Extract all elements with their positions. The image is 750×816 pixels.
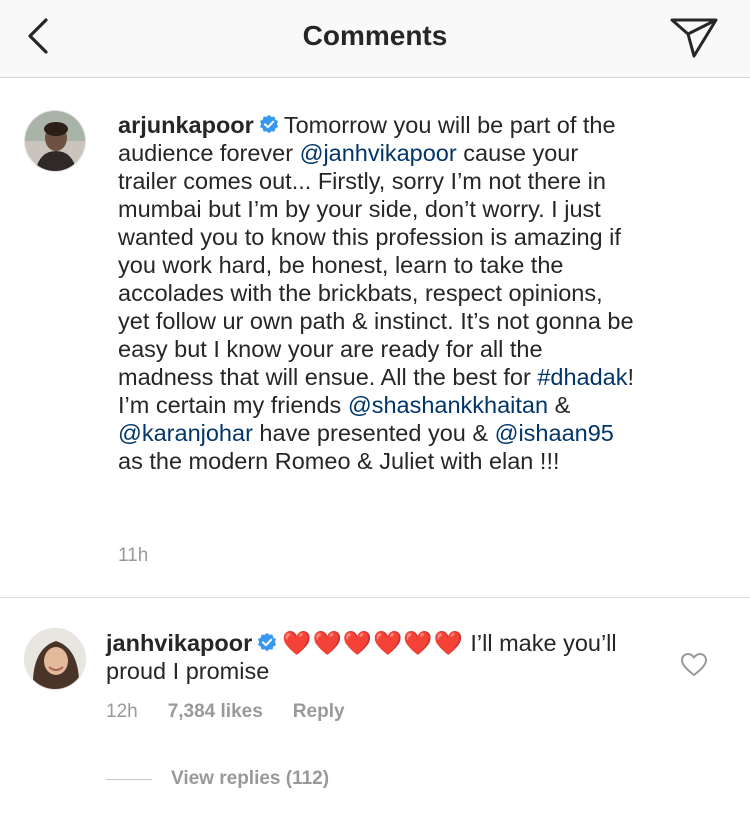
replies-divider — [106, 779, 152, 780]
divider — [0, 597, 750, 598]
avatar[interactable] — [24, 628, 86, 690]
username[interactable]: janhvikapoor — [106, 630, 252, 656]
reply-button[interactable]: Reply — [293, 701, 345, 722]
comment-meta: 12h 7,384 likes Reply — [106, 701, 375, 723]
mention-link[interactable]: @shashankkhaitan — [348, 392, 548, 418]
mention-link[interactable]: @karanjohar — [118, 420, 253, 446]
likes-count[interactable]: 7,384 likes — [168, 701, 263, 722]
heart-outline-icon[interactable] — [680, 652, 708, 678]
comment-text: arjunkapoor Tomorrow you will be part of … — [118, 111, 638, 475]
mention-link[interactable]: @janhvikapoor — [300, 140, 457, 166]
username[interactable]: arjunkapoor — [118, 112, 254, 138]
hashtag-link[interactable]: #dhadak — [537, 364, 627, 390]
header-bar: Comments — [0, 0, 750, 78]
comment-text: janhvikapoor ❤️❤️❤️❤️❤️❤️ I’ll make you’l… — [106, 629, 626, 685]
heart-emojis: ❤️❤️❤️❤️❤️❤️ — [282, 630, 464, 656]
avatar-image — [25, 629, 85, 689]
comment-segment: cause your trailer comes out... Firstly,… — [118, 140, 634, 390]
comment-segment: as the modern Romeo & Juliet with elan !… — [118, 448, 560, 474]
view-replies-button[interactable]: View replies (112) — [171, 768, 329, 790]
mention-link[interactable]: @ishaan95 — [495, 420, 614, 446]
avatar[interactable] — [24, 110, 86, 172]
verified-badge-icon — [259, 114, 278, 134]
avatar-image — [25, 111, 85, 171]
comment-meta: 11h — [118, 545, 178, 567]
comment-time: 12h — [106, 701, 138, 722]
comment-time: 11h — [118, 545, 149, 566]
comment-segment: & — [548, 392, 571, 418]
comment-segment: have presented you & — [252, 420, 495, 446]
paper-plane-icon[interactable] — [668, 14, 720, 60]
verified-badge-icon — [258, 632, 277, 652]
page-title: Comments — [302, 20, 448, 51]
